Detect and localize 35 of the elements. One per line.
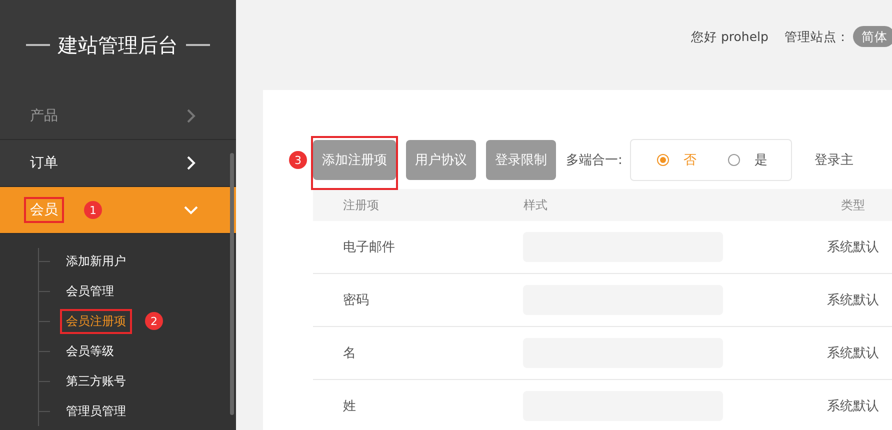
submenu-item[interactable]: 第三方账号 — [66, 372, 126, 390]
app-title: 建站管理后台 — [58, 32, 178, 58]
merge-label: 多端合一: — [566, 152, 622, 169]
table-cell: 系统默认 — [826, 399, 879, 414]
radio-button[interactable] — [728, 154, 740, 166]
greeting-text: 您好 prohelp — [691, 29, 768, 46]
table-cell: 系统默认 — [826, 346, 879, 361]
callout-badge: 1 — [84, 201, 102, 219]
table-cell: 电子邮件 — [343, 240, 395, 255]
column-header: 注册项 — [343, 198, 379, 212]
submenu-item[interactable]: 会员注册项 — [66, 312, 126, 330]
callout-badge: 3 — [289, 151, 307, 169]
login-label: 登录主 — [814, 152, 854, 169]
column-header: 类型 — [840, 198, 865, 212]
submenu-item[interactable]: 会员等级 — [66, 342, 114, 360]
table-cell: 姓 — [343, 399, 356, 414]
site-selector[interactable]: 简体 — [853, 26, 892, 47]
toolbar-button[interactable]: 用户协议 — [406, 140, 476, 180]
scrollbar[interactable] — [230, 153, 234, 415]
radio-label[interactable]: 是 — [754, 151, 768, 169]
column-header: 样式 — [523, 198, 548, 212]
menu-item[interactable]: 会员 1 — [0, 187, 236, 234]
submenu-item[interactable]: 会员管理 — [66, 282, 114, 300]
table-cell: 系统默认 — [826, 240, 879, 255]
toolbar-button[interactable]: 添加注册项 — [313, 140, 396, 180]
site-label: 管理站点： — [784, 29, 850, 44]
highlight-frame: 会员 — [24, 197, 64, 223]
toolbar-button[interactable]: 登录限制 — [486, 140, 556, 180]
table-cell: 密码 — [343, 293, 369, 308]
radio-button[interactable] — [657, 154, 670, 166]
callout-badge: 2 — [145, 312, 163, 330]
submenu-item[interactable]: 管理员管理 — [66, 402, 126, 420]
submenu-item[interactable]: 添加新用户 — [66, 252, 126, 270]
table-cell: 系统默认 — [826, 293, 879, 308]
table-cell: 名 — [343, 346, 356, 361]
